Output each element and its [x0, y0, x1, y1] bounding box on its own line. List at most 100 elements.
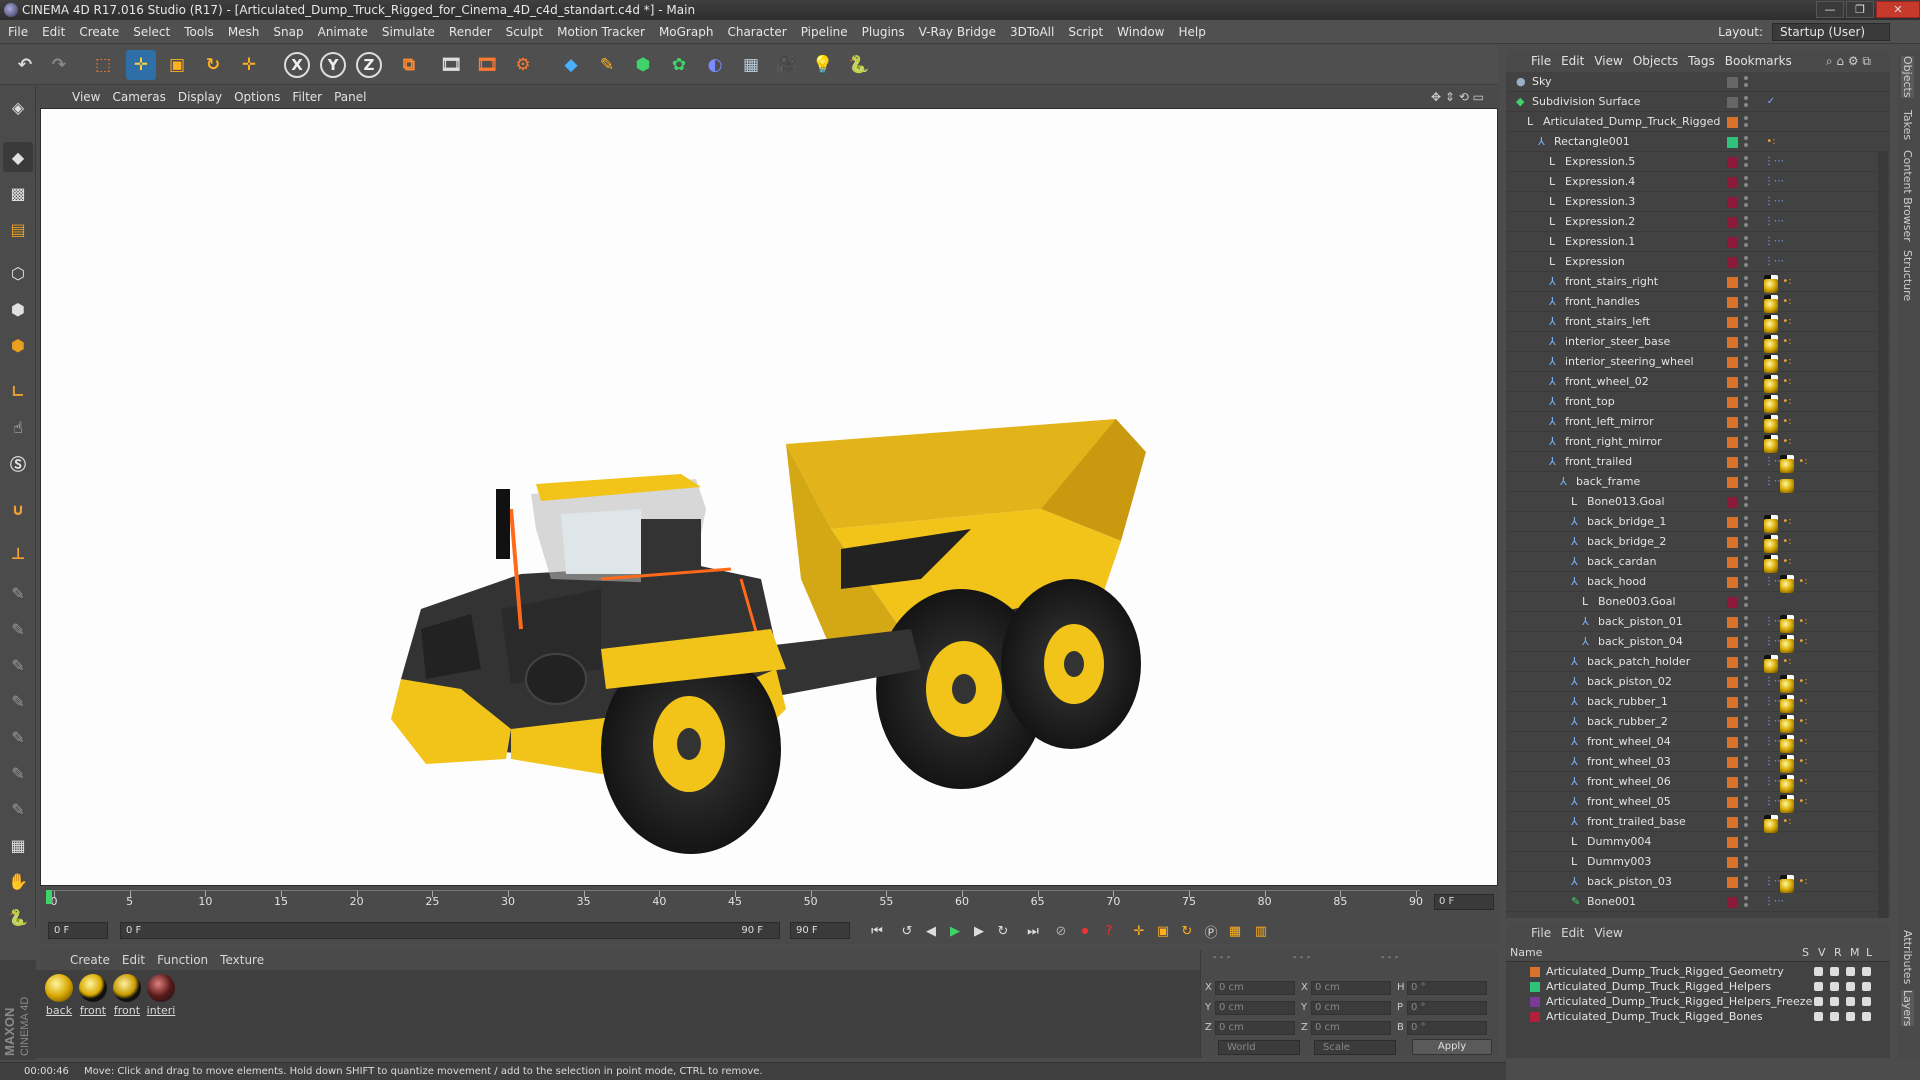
material-tag-icon[interactable]: [1764, 539, 1778, 553]
keyframe-selection-icon[interactable]: ⊘: [1050, 920, 1072, 942]
material-item[interactable]: interi: [146, 974, 176, 1017]
layer-render-icon[interactable]: [1830, 1012, 1839, 1021]
visibility-dots[interactable]: [1744, 496, 1748, 500]
object-row[interactable]: ● Sky: [1506, 72, 1890, 92]
xpresso-tag-icon[interactable]: ⋮⋯: [1764, 635, 1784, 649]
record-icon[interactable]: ⏺: [1074, 920, 1096, 942]
menu-character[interactable]: Character: [720, 20, 793, 44]
object-manager-scrollbar[interactable]: [1878, 152, 1888, 918]
layer-row[interactable]: Articulated_Dump_Truck_Rigged_Geometry: [1506, 964, 1890, 979]
layer-lock-icon[interactable]: [1862, 1012, 1871, 1021]
weight-tag-icon[interactable]: •:: [1796, 675, 1810, 689]
material-tag-icon[interactable]: [1764, 439, 1778, 453]
object-row[interactable]: ⅄back_frame⋮⋯•:: [1506, 472, 1890, 493]
y-axis-icon[interactable]: Y: [318, 50, 348, 80]
material-tag-icon[interactable]: [1764, 819, 1778, 833]
object-row[interactable]: ⅄ front_wheel_06 ⋮⋯ •:: [1506, 772, 1890, 793]
make-editable-icon[interactable]: ◈: [3, 92, 33, 122]
layer-color-swatch[interactable]: [1727, 737, 1738, 748]
layer-color-swatch[interactable]: [1727, 357, 1738, 368]
material-tag-icon[interactable]: [1764, 559, 1778, 573]
side-tab-structure[interactable]: Structure: [1901, 250, 1914, 301]
menu-animate[interactable]: Animate: [311, 20, 375, 44]
layer-color-swatch[interactable]: [1727, 877, 1738, 888]
side-tab-layers[interactable]: Layers: [1901, 990, 1914, 1027]
brush-1-icon[interactable]: ✎: [3, 578, 33, 608]
move-icon[interactable]: ✛: [126, 50, 156, 80]
weight-tag-icon[interactable]: •:: [1780, 435, 1794, 449]
model-mode-icon[interactable]: ◆: [3, 142, 33, 172]
object-row[interactable]: ◆ Subdivision Surface ✓: [1506, 92, 1890, 112]
menu-help[interactable]: Help: [1171, 20, 1212, 44]
visibility-dots[interactable]: [1744, 836, 1748, 840]
material-tag-icon[interactable]: [1780, 679, 1794, 693]
layer-visible-icon[interactable]: [1814, 982, 1823, 991]
material-tag-icon[interactable]: [1764, 399, 1778, 413]
object-row[interactable]: ⅄ front_trailed ⋮⋯ •:: [1506, 452, 1890, 473]
play-icon[interactable]: ▶: [944, 920, 966, 942]
tweak-mode-icon[interactable]: ☝: [3, 412, 33, 442]
object-row[interactable]: L Expression.2 ⋮⋯: [1506, 212, 1890, 232]
object-row[interactable]: ⅄ back_piston_03 ⋮⋯ •:: [1506, 872, 1890, 893]
pen-icon[interactable]: ✎: [592, 50, 622, 80]
layer-color-swatch[interactable]: [1727, 537, 1738, 548]
menu-sculpt[interactable]: Sculpt: [499, 20, 550, 44]
texture-mode-icon[interactable]: ▩: [3, 178, 33, 208]
visibility-dots[interactable]: [1744, 436, 1748, 440]
material-tag-icon[interactable]: [1780, 459, 1794, 473]
layer-visible-icon[interactable]: [1814, 997, 1823, 1006]
material-tag-icon[interactable]: [1780, 759, 1794, 773]
object-row[interactable]: ⅄ front_wheel_03 ⋮⋯ •:: [1506, 752, 1890, 773]
layer-color-swatch[interactable]: [1727, 157, 1738, 168]
visibility-dots[interactable]: [1744, 676, 1748, 680]
weight-tag-icon[interactable]: •:: [1796, 715, 1810, 729]
material-tag-icon[interactable]: [1764, 419, 1778, 433]
material-tag-icon[interactable]: [1764, 659, 1778, 673]
side-tab-takes[interactable]: Takes: [1901, 110, 1914, 140]
om-search-home-icons[interactable]: ⌕ ⌂ ⚙ ⧉: [1821, 50, 1876, 72]
weight-tag-icon[interactable]: •:: [1780, 555, 1794, 569]
visibility-dots[interactable]: [1744, 656, 1748, 660]
viewport-nav-icons[interactable]: ✥ ⇕ ⟲ ▭: [1425, 86, 1490, 108]
scale-icon[interactable]: ▣: [162, 50, 192, 80]
sculpt-icon[interactable]: ✋: [3, 866, 33, 896]
layer-color-swatch[interactable]: [1727, 777, 1738, 788]
size-x-field[interactable]: 0 cm: [1311, 981, 1391, 995]
layer-color-swatch[interactable]: [1727, 257, 1738, 268]
weight-tag-icon[interactable]: •:: [1796, 615, 1810, 629]
visibility-dots[interactable]: [1744, 556, 1748, 560]
weight-tag-icon[interactable]: •:: [1796, 455, 1810, 469]
xpresso-tag-icon[interactable]: ⋮⋯: [1764, 795, 1784, 809]
live-selection-icon[interactable]: ⬚: [88, 50, 118, 80]
side-tab-objects[interactable]: Objects: [1901, 56, 1914, 98]
visibility-dots[interactable]: [1744, 576, 1748, 580]
object-row[interactable]: ⅄ interior_steer_base •:: [1506, 332, 1890, 353]
layer-color-swatch[interactable]: [1727, 477, 1738, 488]
start-frame-field[interactable]: 0 F: [48, 922, 108, 939]
quantize-icon[interactable]: ⊥: [3, 538, 33, 568]
object-row[interactable]: ⅄ front_stairs_right •:: [1506, 272, 1890, 293]
layer-render-icon[interactable]: [1830, 967, 1839, 976]
weight-tag-icon[interactable]: •:: [1796, 795, 1810, 809]
layer-color-swatch[interactable]: [1727, 857, 1738, 868]
menu-vray-bridge[interactable]: V-Ray Bridge: [912, 20, 1003, 44]
xpresso-tag-icon[interactable]: ⋮⋯: [1764, 755, 1784, 769]
layer-color-swatch[interactable]: [1727, 437, 1738, 448]
edges-mode-icon[interactable]: ⬢: [3, 294, 33, 324]
layer-color-swatch[interactable]: [1727, 277, 1738, 288]
playhead[interactable]: [46, 890, 52, 904]
timeline[interactable]: 0 5 10 15 20 25 30 35 40 45 50 55 60 65 70 75 80 85 90 0 F: [40, 888, 1500, 918]
material-menu-texture[interactable]: Texture: [214, 950, 270, 970]
python-script-icon[interactable]: 🐍: [3, 902, 33, 932]
object-row[interactable]: ⅄ back_rubber_2 ⋮⋯ •:: [1506, 712, 1890, 733]
end-frame-field[interactable]: 90 F: [790, 922, 850, 939]
render-view-icon[interactable]: 🎞: [436, 50, 466, 80]
material-tag-icon[interactable]: [1780, 879, 1794, 893]
redo-icon[interactable]: ↷: [44, 50, 74, 80]
material-tag-icon[interactable]: [1780, 739, 1794, 753]
layer-color-swatch[interactable]: [1727, 797, 1738, 808]
undo-icon[interactable]: ↶: [10, 50, 40, 80]
weight-tag-icon[interactable]: •:: [1796, 775, 1810, 789]
layer-render-icon[interactable]: [1830, 982, 1839, 991]
xpresso-tag-icon[interactable]: ⋮⋯: [1764, 615, 1784, 629]
